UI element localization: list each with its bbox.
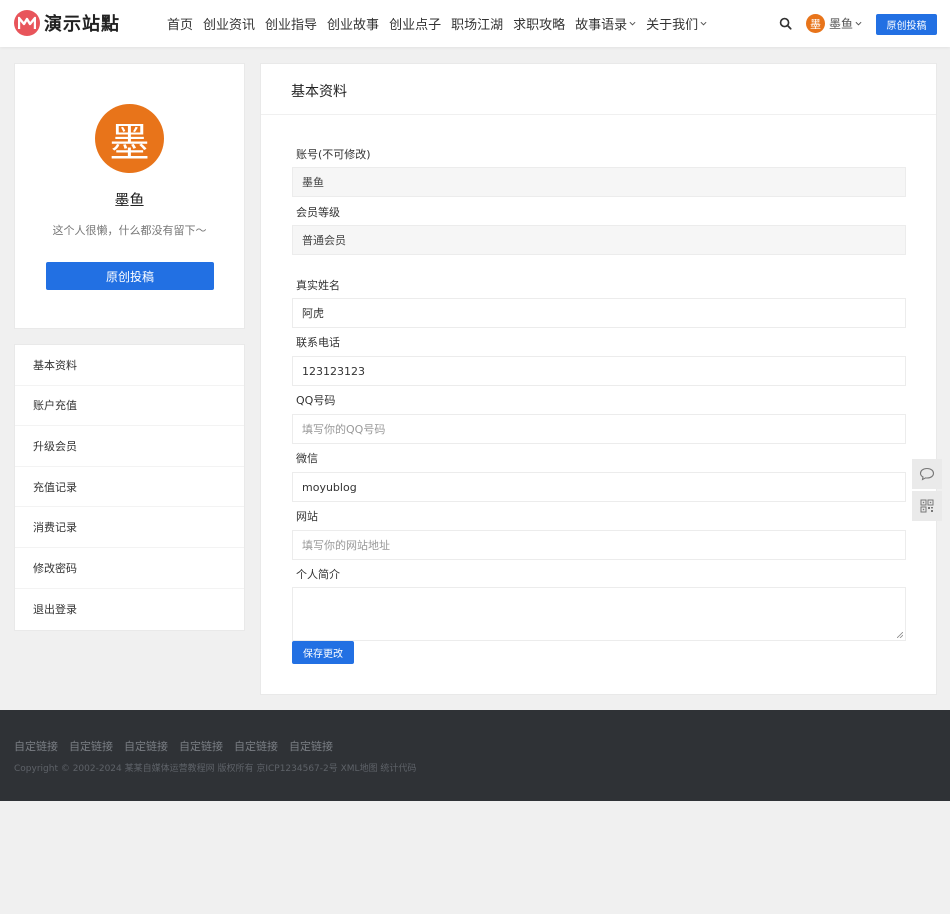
phone-field[interactable]: 123123123	[292, 356, 906, 386]
qrcode-icon	[920, 499, 934, 513]
footer-link[interactable]: 自定链接	[14, 738, 58, 754]
qq-label: QQ号码	[296, 394, 336, 407]
nav-label: 关于我们	[646, 18, 699, 33]
menu-item-logout[interactable]: 退出登录	[15, 589, 244, 630]
profile-name: 墨鱼	[114, 191, 145, 209]
float-comment-button[interactable]	[912, 459, 942, 489]
menu-item-change-password[interactable]: 修改密码	[15, 548, 244, 589]
nav-item-news[interactable]: 创业资讯	[203, 14, 255, 33]
save-button[interactable]: 保存更改	[292, 641, 354, 664]
chevron-down-icon	[700, 21, 707, 26]
nav-label: 创业指导	[265, 18, 318, 33]
nav-label: 故事语录	[575, 18, 628, 33]
nav-label: 创业点子	[389, 18, 442, 33]
site-header: 演示站點 首页 创业资讯 创业指导 创业故事 创业点子 职场江湖 求职攻略 故事…	[0, 0, 950, 47]
nav-item-home[interactable]: 首页	[167, 14, 193, 33]
chevron-down-icon	[629, 21, 636, 26]
footer-link[interactable]: 自定链接	[289, 738, 333, 754]
menu-item-recharge-records[interactable]: 充值记录	[15, 467, 244, 508]
footer-link[interactable]: 自定链接	[69, 738, 113, 754]
nav-label: 求职攻略	[513, 18, 566, 33]
chevron-down-icon	[855, 21, 862, 26]
footer-copyright: Copyright © 2002-2024 某某自媒体运营教程网 版权所有 京I…	[14, 764, 417, 774]
website-label: 网站	[296, 510, 318, 523]
nav-item-guide[interactable]: 创业指导	[265, 14, 317, 33]
footer-links: 自定链接 自定链接 自定链接 自定链接 自定链接 自定链接	[14, 738, 344, 754]
site-footer: 自定链接 自定链接 自定链接 自定链接 自定链接 自定链接 Copyright …	[0, 710, 950, 801]
nav-item-ideas[interactable]: 创业点子	[389, 14, 441, 33]
intro-label: 个人简介	[296, 568, 340, 581]
menu-item-recharge[interactable]: 账户充值	[15, 386, 244, 427]
resize-handle-icon[interactable]	[897, 632, 903, 638]
post-button[interactable]: 原创投稿	[876, 14, 937, 35]
nav-label: 职场江湖	[451, 18, 504, 33]
realname-label: 真实姓名	[296, 279, 340, 292]
footer-link[interactable]: 自定链接	[179, 738, 223, 754]
logo-icon	[14, 10, 40, 36]
search-icon[interactable]	[779, 17, 792, 30]
user-menu[interactable]: 墨 墨鱼	[806, 14, 862, 33]
menu-item-upgrade[interactable]: 升级会员	[15, 426, 244, 467]
menu-item-profile[interactable]: 基本资料	[15, 345, 244, 386]
level-label: 会员等级	[296, 206, 340, 219]
profile-post-button[interactable]: 原创投稿	[46, 262, 214, 290]
wechat-label: 微信	[296, 452, 318, 465]
avatar: 墨	[806, 14, 825, 33]
intro-textarea[interactable]	[292, 587, 906, 641]
level-field: 普通会员	[292, 225, 906, 255]
nav-item-workplace[interactable]: 职场江湖	[451, 14, 503, 33]
account-label: 账号(不可修改)	[296, 148, 371, 161]
profile-form-card: 基本资料 账号(不可修改) 墨鱼 会员等级 普通会员 真实姓名 阿虎 联系电话 …	[260, 63, 937, 695]
main-nav: 首页 创业资讯 创业指导 创业故事 创业点子 职场江湖 求职攻略 故事语录 关于…	[162, 0, 712, 47]
float-qrcode-button[interactable]	[912, 491, 942, 521]
realname-field[interactable]: 阿虎	[292, 298, 906, 328]
nav-label: 创业故事	[327, 18, 380, 33]
account-field: 墨鱼	[292, 167, 906, 197]
comment-icon	[919, 467, 935, 481]
website-field[interactable]: 填写你的网站地址	[292, 530, 906, 560]
divider	[261, 114, 936, 115]
page-title: 基本资料	[291, 84, 347, 100]
phone-label: 联系电话	[296, 336, 340, 349]
side-menu: 基本资料 账户充值 升级会员 充值记录 消费记录 修改密码 退出登录	[14, 344, 245, 631]
qq-field[interactable]: 填写你的QQ号码	[292, 414, 906, 444]
nav-item-quotes[interactable]: 故事语录	[575, 14, 636, 33]
menu-item-spending-records[interactable]: 消费记录	[15, 507, 244, 548]
footer-link[interactable]: 自定链接	[124, 738, 168, 754]
logo-text: 演示站點	[44, 14, 120, 35]
profile-avatar: 墨	[95, 104, 164, 173]
footer-link[interactable]: 自定链接	[234, 738, 278, 754]
nav-item-jobs[interactable]: 求职攻略	[513, 14, 565, 33]
nav-label: 首页	[167, 18, 194, 33]
user-name: 墨鱼	[829, 17, 854, 31]
nav-item-stories[interactable]: 创业故事	[327, 14, 379, 33]
profile-bio: 这个人很懒，什么都没有留下～	[52, 224, 207, 237]
nav-item-about[interactable]: 关于我们	[646, 14, 707, 33]
nav-label: 创业资讯	[203, 18, 256, 33]
site-logo[interactable]: 演示站點	[14, 10, 120, 36]
wechat-field[interactable]: moyublog	[292, 472, 906, 502]
profile-card: 墨 墨鱼 这个人很懒，什么都没有留下～ 原创投稿	[14, 63, 245, 329]
